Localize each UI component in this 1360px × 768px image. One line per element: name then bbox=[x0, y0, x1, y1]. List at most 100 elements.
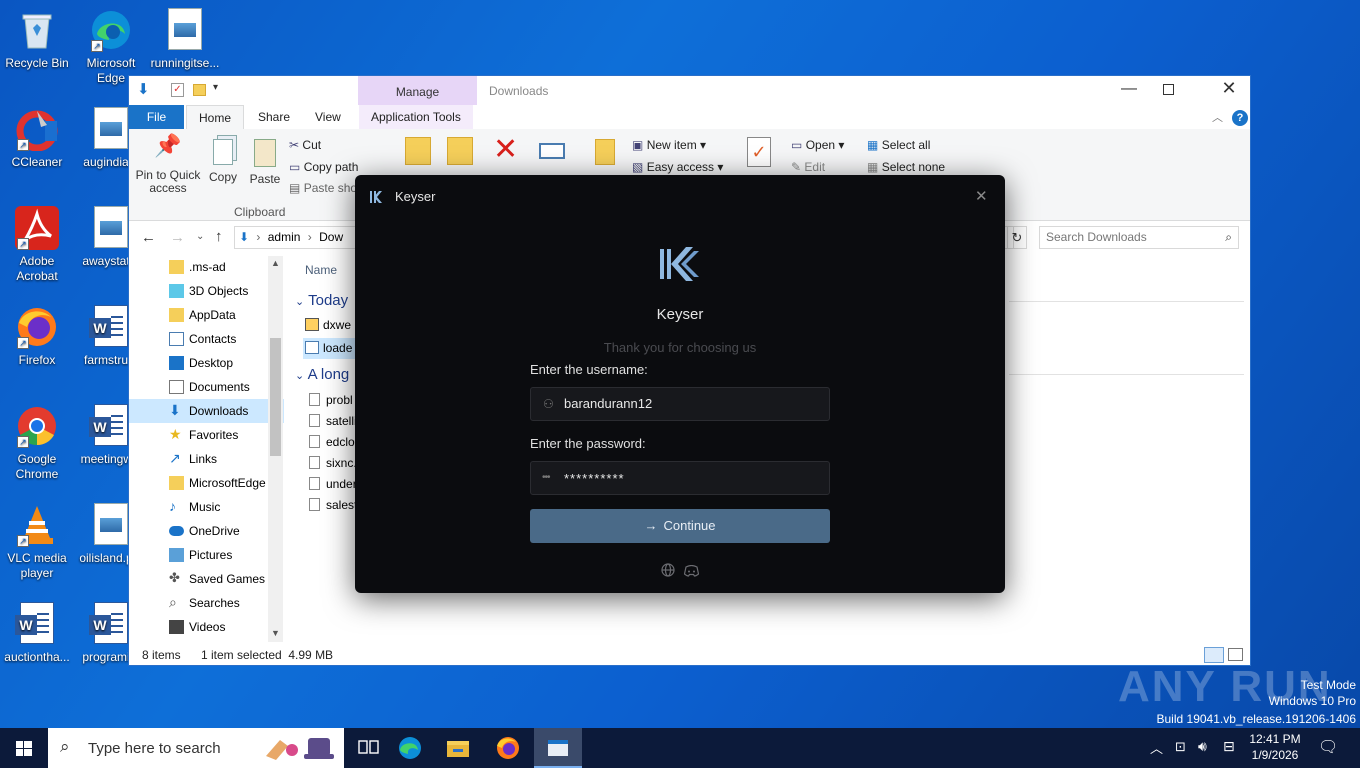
sidebar-item-contacts[interactable]: Contacts bbox=[129, 327, 284, 351]
show-hidden-icons-icon[interactable]: ︿ bbox=[1150, 738, 1163, 757]
tab-file[interactable]: File bbox=[129, 105, 184, 130]
new-item-button[interactable]: ▣ New item ▾ bbox=[632, 138, 706, 152]
meet-now-icon[interactable]: ⊡ bbox=[1175, 739, 1186, 755]
recent-locations-icon[interactable]: ⌄ bbox=[196, 231, 204, 242]
new-folder-large-icon[interactable] bbox=[595, 139, 615, 165]
desktop-icon-auctiontha[interactable]: W auctiontha... bbox=[0, 602, 74, 665]
list-item[interactable]: satelli bbox=[309, 414, 357, 428]
copy-path-button[interactable]: ▭ Copy path bbox=[289, 160, 358, 174]
sidebar-item-desktop[interactable]: Desktop bbox=[129, 351, 284, 375]
edit-button[interactable]: ✎ Edit bbox=[791, 160, 825, 174]
list-item[interactable]: dxwe bbox=[305, 318, 351, 332]
scroll-up-icon[interactable]: ▲ bbox=[271, 258, 280, 268]
sidebar-item-microsoftedge[interactable]: MicrosoftEdge bbox=[129, 471, 284, 495]
back-arrow-icon[interactable]: ← bbox=[141, 229, 156, 246]
new-folder-icon[interactable] bbox=[193, 84, 206, 96]
sidebar-item-music[interactable]: ♪ Music bbox=[129, 495, 284, 519]
edge-taskbar-icon[interactable] bbox=[386, 728, 434, 768]
sidebar-item-ms-ad[interactable]: .ms-ad bbox=[129, 255, 284, 279]
keyser-taskbar-icon[interactable] bbox=[534, 728, 582, 768]
details-view-icon[interactable] bbox=[1204, 647, 1224, 663]
sidebar-item-favorites[interactable]: ★ Favorites bbox=[129, 423, 284, 447]
sidebar-item-appdata[interactable]: AppData bbox=[129, 303, 284, 327]
list-item[interactable]: edclo bbox=[309, 435, 355, 449]
sidebar-item-saved-games[interactable]: ✤ Saved Games bbox=[129, 567, 284, 591]
desktop-icon-chrome[interactable]: ↗ Google Chrome bbox=[0, 404, 74, 482]
clock-time[interactable]: 12:41 PM bbox=[1246, 732, 1304, 746]
minimize-button[interactable]: — bbox=[1109, 80, 1149, 98]
copy-button[interactable]: Copy bbox=[205, 139, 241, 184]
list-item[interactable]: salest bbox=[309, 498, 357, 512]
cut-button[interactable]: ✂ Cut bbox=[289, 138, 321, 152]
sidebar-item-onedrive[interactable]: OneDrive bbox=[129, 519, 284, 543]
scroll-down-icon[interactable]: ▼ bbox=[271, 628, 280, 638]
tab-view[interactable]: View bbox=[303, 105, 353, 130]
volume-icon[interactable]: 🔊︎ bbox=[1198, 738, 1207, 755]
desktop-icon-runningitse[interactable]: runningitse... bbox=[148, 8, 222, 71]
globe-icon[interactable] bbox=[661, 563, 675, 582]
collapse-ribbon-icon[interactable]: ︿ bbox=[1212, 109, 1223, 125]
notifications-icon[interactable]: 🗨︎ bbox=[1318, 737, 1338, 757]
sidebar-item-3d-objects[interactable]: 3D Objects bbox=[129, 279, 284, 303]
sidebar-item-downloads[interactable]: ⬇ Downloads bbox=[129, 399, 284, 423]
desktop-icon-firefox[interactable]: ↗ Firefox bbox=[0, 305, 74, 368]
discord-icon[interactable] bbox=[683, 564, 700, 582]
quick-access-download-icon[interactable]: ⬇ bbox=[137, 82, 150, 97]
list-item[interactable]: sixnc. bbox=[309, 456, 357, 470]
continue-button[interactable]: → Continue bbox=[530, 509, 830, 543]
sidebar-item-pictures[interactable]: Pictures bbox=[129, 543, 284, 567]
select-all-button[interactable]: ▦ Select all bbox=[867, 138, 930, 152]
search-downloads-input[interactable]: Search Downloads ⌕ bbox=[1039, 226, 1239, 249]
rename-icon[interactable] bbox=[539, 143, 565, 159]
copy-to-icon[interactable] bbox=[447, 137, 473, 165]
group-header-today[interactable]: ⌄ Today bbox=[295, 292, 348, 309]
start-button[interactable] bbox=[0, 728, 48, 768]
maximize-button[interactable] bbox=[1163, 84, 1174, 95]
breadcrumb-downloads[interactable]: Dow bbox=[319, 230, 343, 244]
breadcrumb-admin[interactable]: admin bbox=[268, 230, 301, 244]
list-item[interactable]: under bbox=[309, 477, 357, 491]
list-item-selected[interactable]: loade bbox=[303, 338, 363, 359]
pin-to-quick-access-button[interactable]: 📌 Pin to Quick access bbox=[135, 135, 201, 195]
sidebar-scrollbar[interactable]: ▲ ▼ bbox=[268, 256, 283, 642]
tab-home[interactable]: Home bbox=[186, 105, 245, 130]
move-to-icon[interactable] bbox=[405, 137, 431, 165]
desktop-icon-recycle-bin[interactable]: Recycle Bin bbox=[0, 8, 74, 71]
tab-share[interactable]: Share bbox=[246, 105, 302, 130]
username-field[interactable]: ⚇ barandurann12 bbox=[530, 387, 830, 421]
manage-contextual-tab[interactable]: Manage bbox=[358, 76, 477, 105]
refresh-icon[interactable]: ↻ bbox=[1007, 226, 1027, 249]
sidebar-item-videos[interactable]: Videos bbox=[129, 615, 284, 639]
delete-icon[interactable]: ✕ bbox=[493, 133, 518, 167]
group-header-a-long-time-ago[interactable]: ⌄ A long bbox=[295, 366, 349, 383]
open-button[interactable]: ▭ Open ▾ bbox=[791, 138, 844, 152]
clock-date[interactable]: 1/9/2026 bbox=[1246, 748, 1304, 762]
sidebar-item-links[interactable]: ↗ Links bbox=[129, 447, 284, 471]
up-arrow-icon[interactable]: ↑ bbox=[215, 228, 223, 245]
help-icon[interactable]: ? bbox=[1232, 110, 1248, 126]
desktop-icon-vlc[interactable]: ↗ VLC media player bbox=[0, 503, 74, 581]
network-icon[interactable]: ⊟ bbox=[1223, 738, 1235, 755]
taskbar-search-box[interactable]: ⌕ Type here to search bbox=[48, 728, 344, 768]
task-view-icon[interactable] bbox=[344, 728, 392, 768]
desktop-icon-acrobat[interactable]: ↗ Adobe Acrobat bbox=[0, 206, 74, 284]
properties-large-icon[interactable]: ✓ bbox=[747, 137, 771, 167]
sidebar-item-searches[interactable]: ⌕ Searches bbox=[129, 591, 284, 615]
close-button[interactable]: ✕ bbox=[1217, 78, 1241, 99]
list-item[interactable]: probl bbox=[309, 393, 353, 407]
select-none-button[interactable]: ▦ Select none bbox=[867, 160, 945, 174]
easy-access-button[interactable]: ▧ Easy access ▾ bbox=[632, 160, 723, 174]
customize-toolbar-icon[interactable]: ▾ bbox=[213, 82, 218, 93]
tab-application-tools[interactable]: Application Tools bbox=[359, 105, 473, 130]
scroll-thumb[interactable] bbox=[270, 338, 281, 456]
properties-icon[interactable]: ✓ bbox=[171, 83, 184, 97]
password-field[interactable]: ••• ********** bbox=[530, 461, 830, 495]
forward-arrow-icon[interactable]: → bbox=[170, 229, 185, 246]
large-icons-view-icon[interactable] bbox=[1228, 648, 1243, 661]
file-explorer-taskbar-icon[interactable] bbox=[434, 728, 482, 768]
firefox-taskbar-icon[interactable] bbox=[484, 728, 532, 768]
desktop-icon-ccleaner[interactable]: ↗ CCleaner bbox=[0, 107, 74, 170]
sidebar-item-documents[interactable]: Documents bbox=[129, 375, 284, 399]
paste-button[interactable]: Paste bbox=[247, 139, 283, 186]
column-header-name[interactable]: Name bbox=[305, 263, 337, 277]
